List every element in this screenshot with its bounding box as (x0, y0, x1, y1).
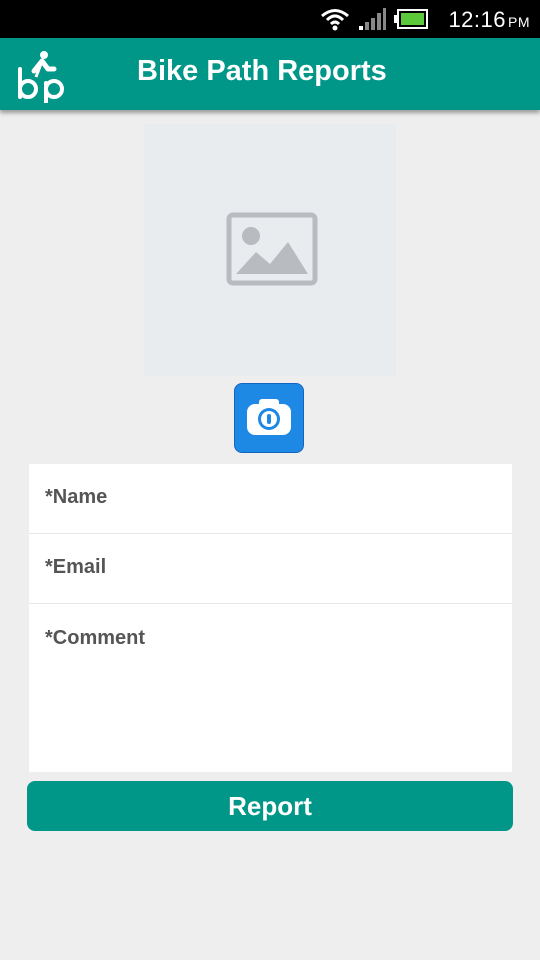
photo-preview (144, 124, 396, 376)
status-icons (320, 6, 428, 32)
status-bar: 12:16 PM (0, 0, 540, 38)
report-form: *Name *Email *Comment (29, 464, 512, 772)
status-ampm: PM (508, 14, 530, 30)
image-icon (226, 212, 318, 286)
camera-icon (247, 399, 291, 435)
comment-field[interactable]: *Comment (29, 604, 512, 772)
name-field[interactable]: *Name (29, 464, 512, 534)
wifi-icon (321, 9, 349, 31)
signal-icon (359, 8, 386, 30)
email-field[interactable]: *Email (29, 534, 512, 604)
report-button[interactable]: Report (27, 781, 513, 831)
battery-icon (394, 9, 428, 29)
app-title: Bike Path Reports (137, 55, 387, 87)
status-time: 12:16 PM (448, 7, 530, 33)
status-clock: 12:16 (448, 7, 506, 32)
take-photo-button[interactable] (234, 383, 304, 453)
app-bar: Bike Path Reports (0, 38, 540, 110)
bike-logo-icon[interactable] (14, 47, 70, 103)
